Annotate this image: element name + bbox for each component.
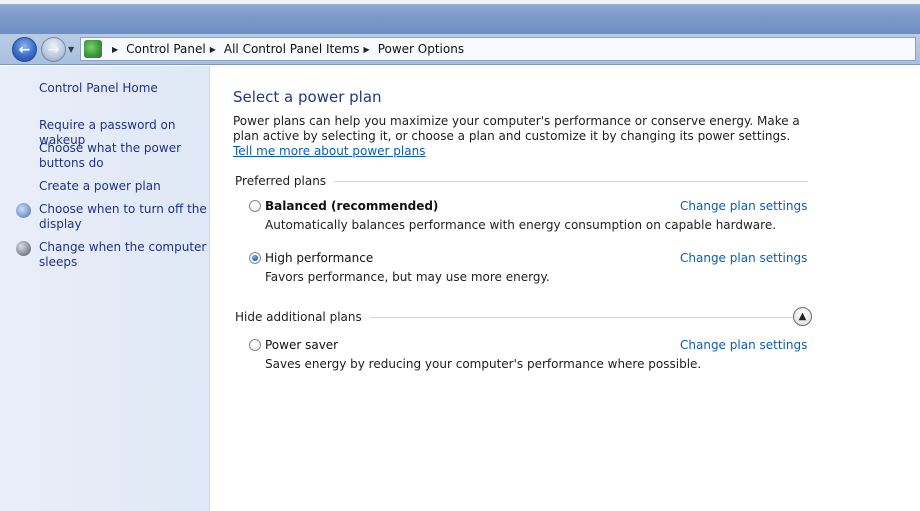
plan-description: Saves energy by reducing your computer's…: [265, 357, 702, 371]
control-panel-home-link[interactable]: Control Panel Home: [39, 81, 207, 96]
section-divider: [369, 316, 809, 318]
recent-pages-dropdown-icon[interactable]: ▼: [68, 45, 74, 54]
main-content: Select a power plan Power plans can help…: [211, 66, 920, 511]
high-performance-radio[interactable]: [249, 252, 261, 264]
forward-arrow-icon: →: [47, 41, 60, 58]
navigation-bar: ← → ▼ ▶ Control Panel ▶ All Control Pane…: [0, 34, 920, 65]
breadcrumb-separator-icon[interactable]: ▶: [112, 45, 118, 54]
turn-off-display-link[interactable]: Choose when to turn off the display: [39, 202, 207, 232]
intro-body: Power plans can help you maximize your c…: [233, 114, 800, 143]
page-title: Select a power plan: [233, 88, 382, 106]
high-performance-change-settings-link[interactable]: Change plan settings: [680, 251, 807, 265]
window-title-bar: [0, 0, 920, 34]
hide-additional-plans-label[interactable]: Hide additional plans: [235, 310, 362, 324]
additional-plans-heading: Hide additional plans: [235, 310, 813, 324]
balanced-change-settings-link[interactable]: Change plan settings: [680, 199, 807, 213]
moon-icon: [16, 241, 31, 256]
address-bar[interactable]: ▶ Control Panel ▶ All Control Panel Item…: [80, 37, 916, 61]
forward-button[interactable]: →: [41, 37, 66, 62]
breadcrumb-power-options[interactable]: Power Options: [378, 42, 464, 56]
control-panel-icon: [84, 40, 102, 58]
create-power-plan-link[interactable]: Create a power plan: [39, 179, 207, 194]
intro-text: Power plans can help you maximize your c…: [233, 114, 813, 159]
tasks-pane: Control Panel Home Require a password on…: [0, 66, 210, 511]
balanced-radio[interactable]: [249, 200, 261, 212]
collapse-chevron-up-icon[interactable]: ▲: [793, 307, 812, 326]
display-clock-icon: [16, 203, 31, 218]
preferred-plans-heading: Preferred plans: [235, 174, 808, 188]
tell-me-more-link[interactable]: Tell me more about power plans: [233, 144, 425, 158]
power-saver-radio[interactable]: [249, 339, 261, 351]
back-arrow-icon: ←: [18, 41, 31, 58]
breadcrumb-all-items[interactable]: All Control Panel Items: [224, 42, 360, 56]
plan-name[interactable]: Power saver: [265, 338, 338, 352]
plan-description: Automatically balances performance with …: [265, 218, 777, 232]
back-button[interactable]: ←: [12, 37, 37, 62]
plan-description: Favors performance, but may use more ene…: [265, 270, 550, 284]
plan-name[interactable]: Balanced (recommended): [265, 199, 438, 213]
preferred-plans-label: Preferred plans: [235, 174, 327, 188]
breadcrumb-separator-icon[interactable]: ▶: [364, 45, 370, 54]
power-saver-change-settings-link[interactable]: Change plan settings: [680, 338, 807, 352]
power-buttons-link[interactable]: Choose what the power buttons do: [39, 141, 207, 171]
plan-name[interactable]: High performance: [265, 251, 373, 265]
section-divider: [334, 180, 808, 182]
computer-sleeps-link[interactable]: Change when the computer sleeps: [39, 240, 207, 270]
breadcrumb-control-panel[interactable]: Control Panel: [126, 42, 206, 56]
background-document-strip: [0, 0, 920, 4]
breadcrumb-separator-icon[interactable]: ▶: [210, 45, 216, 54]
